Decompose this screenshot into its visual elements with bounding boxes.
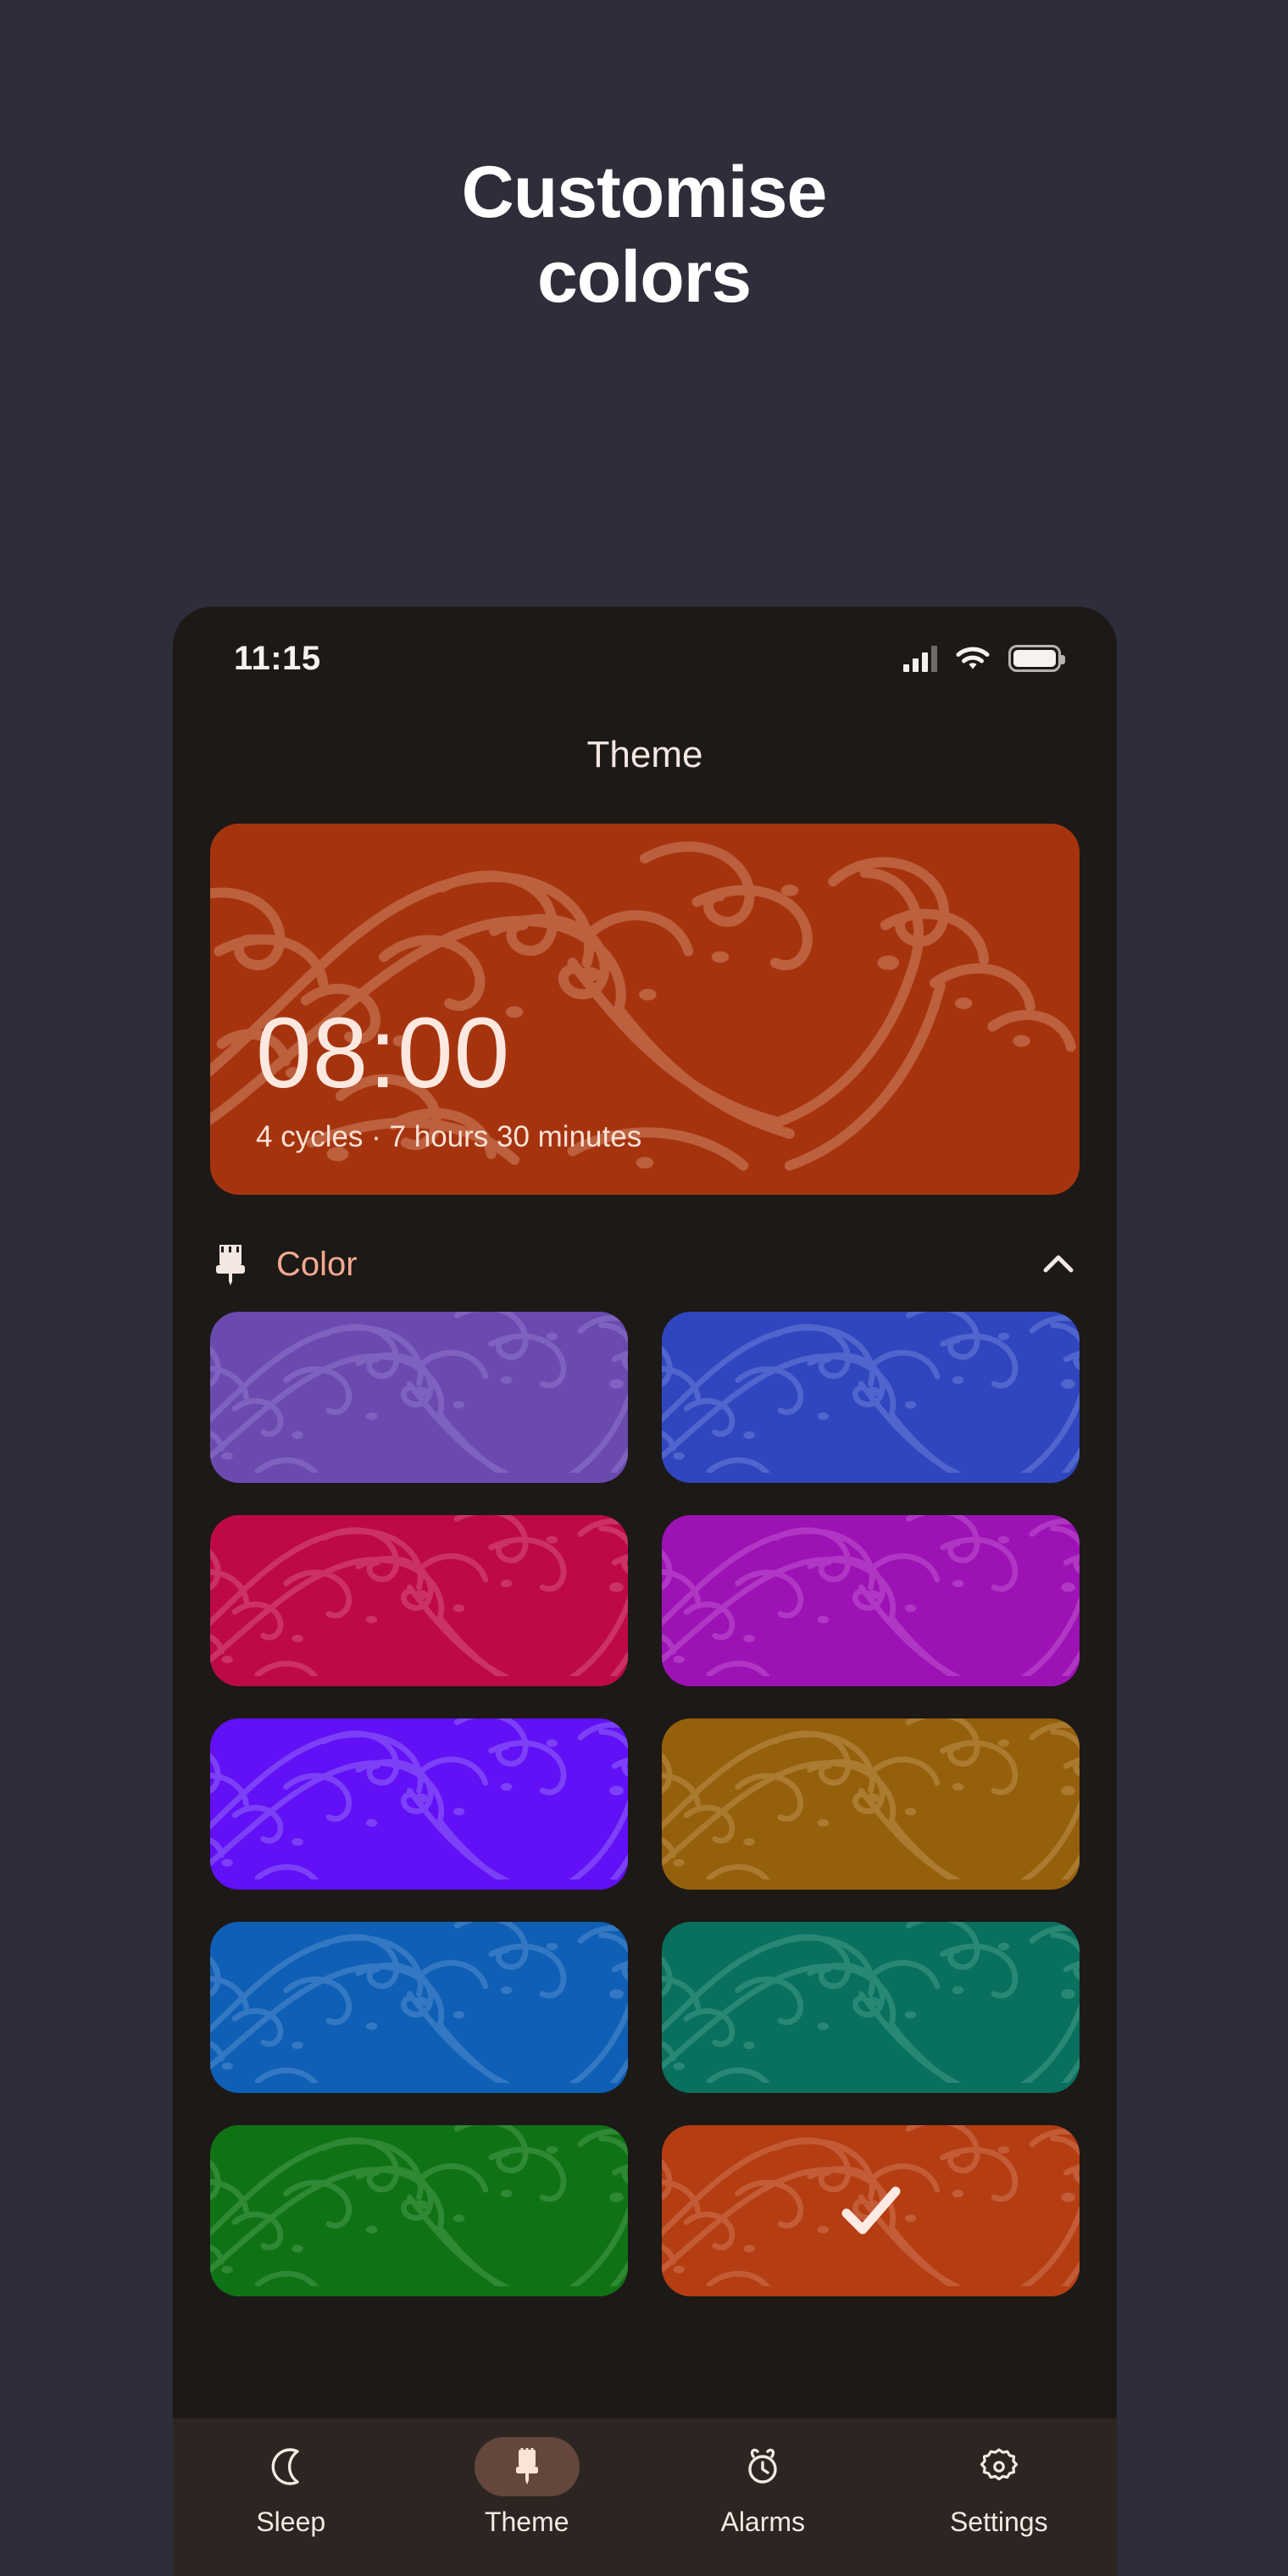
color-section-label: Color: [276, 1245, 358, 1283]
color-swatch-green[interactable]: [210, 2125, 628, 2296]
color-swatch-violet[interactable]: [210, 1718, 628, 1890]
promo-line-1: Customise: [461, 152, 828, 233]
sleep-summary: 4 cycles · 7 hours 30 minutes: [256, 1120, 642, 1153]
wave-pattern-icon: [210, 2125, 628, 2287]
color-section-header[interactable]: Color: [210, 1225, 1080, 1303]
cellular-signal-icon: [903, 645, 937, 672]
wave-pattern-icon: [662, 1718, 1080, 1880]
wifi-icon: [956, 646, 990, 671]
color-swatch-teal[interactable]: [662, 1922, 1080, 2093]
promo-line-2: colors: [536, 236, 752, 318]
check-icon: [841, 2186, 900, 2235]
alarm-clock-icon: [710, 2437, 815, 2496]
tab-label-theme: Theme: [484, 2507, 569, 2537]
color-swatch-magenta[interactable]: [662, 1515, 1080, 1686]
wave-pattern-icon: [662, 1922, 1080, 2084]
status-bar: 11:15: [173, 607, 1117, 710]
theme-preview-text: 08:00 4 cycles · 7 hours 30 minutes: [256, 1003, 641, 1154]
tab-sleep[interactable]: Sleep: [173, 2437, 409, 2538]
alarm-time: 08:00: [256, 997, 511, 1109]
moon-icon: [238, 2437, 343, 2496]
paintbrush-icon: [474, 2437, 580, 2496]
app-scroll-area[interactable]: 08:00 4 cycles · 7 hours 30 minutes Colo…: [173, 795, 1117, 2576]
screenshot-root: Customise colors 11:15 Theme 08:00 4 cyc…: [0, 0, 1288, 2576]
color-swatch-royal-blue[interactable]: [662, 1312, 1080, 1483]
tab-settings[interactable]: Settings: [881, 2437, 1118, 2538]
color-swatch-ocean-blue[interactable]: [210, 1922, 628, 2093]
color-swatch-amber-brown[interactable]: [662, 1718, 1080, 1890]
promo-headline: Customise colors: [0, 151, 1288, 320]
status-bar-icons: [903, 645, 1065, 672]
status-bar-clock: 11:15: [234, 639, 321, 677]
chevron-up-icon[interactable]: [1037, 1243, 1080, 1285]
paintbrush-icon: [210, 1242, 251, 1286]
color-swatch-purple[interactable]: [210, 1312, 628, 1483]
tab-alarms[interactable]: Alarms: [645, 2437, 881, 2538]
wave-pattern-icon: [210, 1718, 628, 1880]
color-swatch-orange-red[interactable]: [662, 2125, 1080, 2296]
battery-icon: [1008, 645, 1065, 672]
color-swatch-crimson[interactable]: [210, 1515, 628, 1686]
theme-preview-card[interactable]: 08:00 4 cycles · 7 hours 30 minutes: [210, 824, 1080, 1195]
page-title: Theme: [586, 734, 703, 775]
phone-mockup: 11:15 Theme 08:00 4 cycles · 7 hours 30 …: [173, 607, 1117, 2576]
tab-label-alarms: Alarms: [720, 2507, 806, 2537]
color-swatch-grid[interactable]: [210, 1312, 1080, 2296]
bottom-tab-bar[interactable]: Sleep Theme Alarms Settings: [173, 2418, 1117, 2576]
wave-pattern-icon: [210, 1922, 628, 2084]
wave-pattern-icon: [662, 1515, 1080, 1677]
tab-label-settings: Settings: [949, 2507, 1048, 2537]
tab-theme[interactable]: Theme: [409, 2437, 646, 2538]
wave-pattern-icon: [210, 1515, 628, 1677]
wave-pattern-icon: [210, 1312, 628, 1474]
gear-icon: [947, 2437, 1052, 2496]
tab-label-sleep: Sleep: [256, 2507, 326, 2537]
wave-pattern-icon: [662, 1312, 1080, 1474]
